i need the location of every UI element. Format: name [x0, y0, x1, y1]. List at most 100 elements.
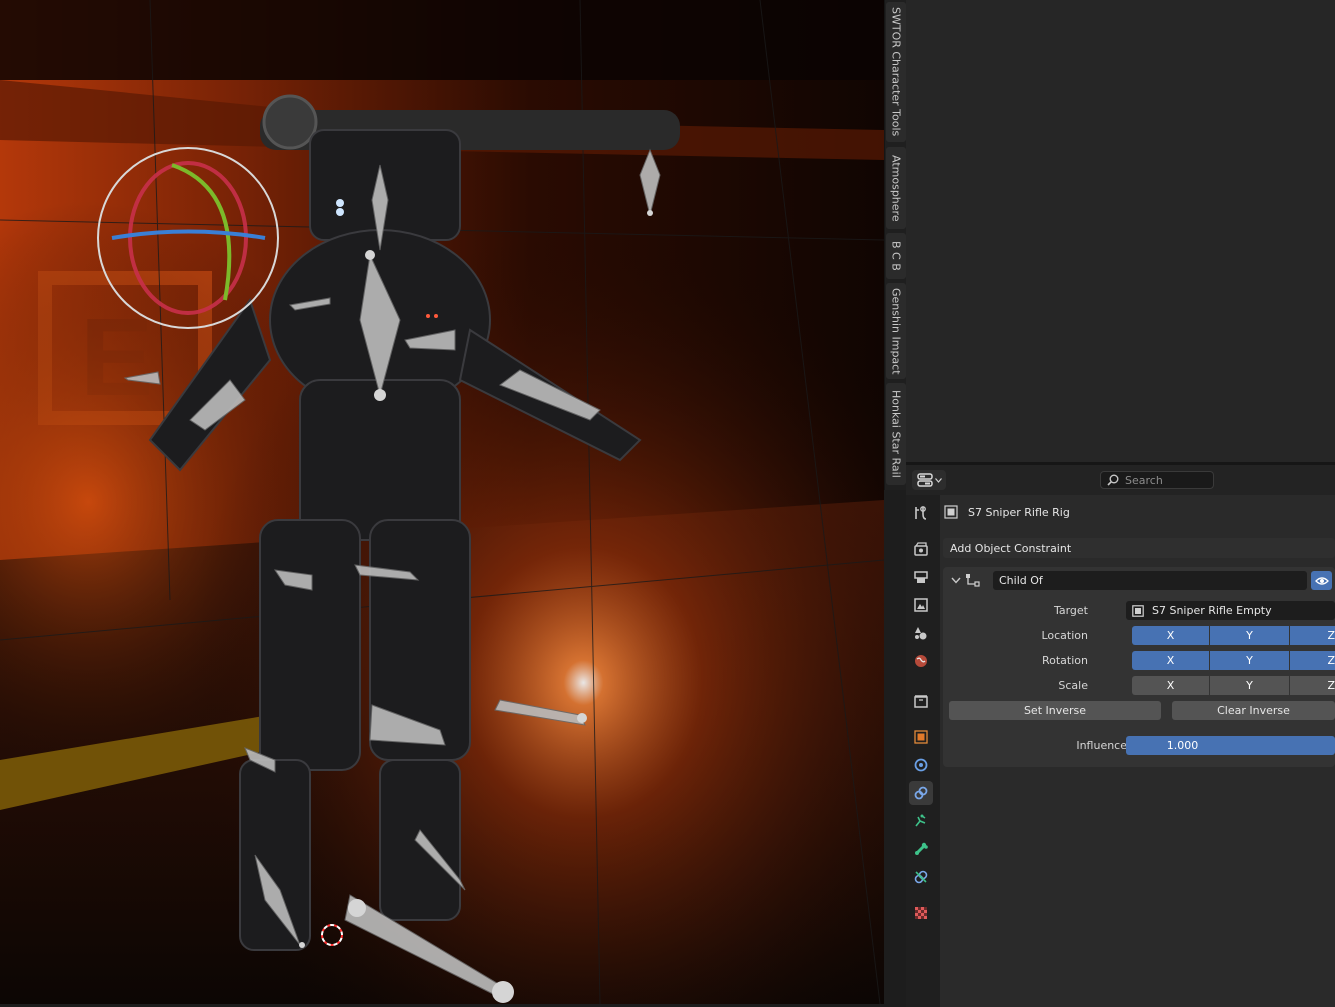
scale-x-toggle[interactable]: X — [1132, 676, 1209, 695]
physics-icon — [915, 814, 926, 827]
axis-label: Z — [1327, 679, 1335, 692]
rotation-axes: X Y Z — [1132, 651, 1335, 670]
tab-physics[interactable] — [909, 809, 933, 833]
tab-label: Honkai Star Rail — [889, 390, 903, 478]
properties-content: S7 Sniper Rifle Rig Add Object Constrain… — [940, 495, 1335, 1007]
axis-label: Y — [1246, 629, 1253, 642]
tab-bcb[interactable]: B C B — [886, 233, 906, 279]
tab-view-layer[interactable] — [909, 593, 933, 617]
location-axes: X Y Z — [1132, 626, 1335, 645]
tab-object-data[interactable] — [909, 837, 933, 861]
constraint-header: Child Of — [943, 567, 1335, 593]
tab-tool[interactable] — [909, 501, 933, 525]
location-x-toggle[interactable]: X — [1132, 626, 1209, 645]
chevron-down-icon[interactable] — [951, 577, 961, 584]
tab-output[interactable] — [909, 565, 933, 589]
tab-constraints[interactable] — [909, 781, 933, 805]
world-icon — [915, 655, 927, 667]
search-field[interactable] — [1100, 471, 1214, 489]
axis-label: X — [1166, 654, 1175, 667]
location-y-toggle[interactable]: Y — [1210, 626, 1289, 645]
object-name: S7 Sniper Rifle Rig — [968, 505, 1070, 519]
viewport-scene: E — [0, 0, 884, 1004]
enable-constraint-toggle[interactable] — [1311, 571, 1332, 590]
search-icon — [1107, 474, 1119, 486]
chevron-down-icon — [934, 477, 942, 483]
properties-editor-icon — [916, 473, 933, 487]
collection-icon — [914, 695, 928, 708]
rotation-y-toggle[interactable]: Y — [1210, 651, 1289, 670]
tab-atmosphere[interactable]: Atmosphere — [886, 147, 906, 229]
eye-icon — [1314, 576, 1329, 585]
empty-object-icon — [944, 505, 958, 519]
rotation-z-toggle[interactable]: Z — [1290, 651, 1335, 670]
scale-y-toggle[interactable]: Y — [1210, 676, 1289, 695]
influence-label: Influence — [1076, 739, 1127, 752]
object-icon — [914, 730, 928, 744]
rotation-x-toggle[interactable]: X — [1132, 651, 1209, 670]
properties-editor: S7 Sniper Rifle Rig Add Object Constrain… — [906, 462, 1335, 1007]
location-label: Location — [1041, 629, 1088, 642]
axis-label: Z — [1327, 654, 1335, 667]
target-field[interactable]: S7 Sniper Rifle Empty — [1126, 601, 1335, 620]
scale-label: Scale — [1058, 679, 1088, 692]
tab-honkai-star-rail[interactable]: Honkai Star Rail — [886, 383, 906, 485]
influence-value: 1.000 — [1166, 739, 1199, 752]
scale-z-toggle[interactable]: Z — [1290, 676, 1335, 695]
clear-inverse-button[interactable]: Clear Inverse — [1172, 701, 1335, 720]
child-of-constraint-icon — [966, 574, 980, 587]
tab-label: SWTOR Character Tools — [889, 7, 903, 137]
clear-inverse-label: Clear Inverse — [1217, 704, 1290, 717]
tab-scene[interactable] — [909, 621, 933, 645]
tab-genshin-impact[interactable]: Genshin Impact — [886, 283, 906, 379]
set-inverse-button[interactable]: Set Inverse — [949, 701, 1161, 720]
add-object-constraint-dropdown[interactable]: Add Object Constraint — [943, 538, 1335, 558]
bone-constraints-icon — [914, 870, 928, 884]
tab-bone-constraints[interactable] — [909, 865, 933, 889]
tab-label: Atmosphere — [889, 154, 903, 222]
properties-header — [906, 465, 1335, 495]
target-value: S7 Sniper Rifle Empty — [1152, 604, 1272, 617]
constraint-panel: Child Of Target S7 Sniper Rifle Empty Lo… — [943, 567, 1335, 767]
sidebar-tabs: SWTOR Character Tools Atmosphere B C B G… — [884, 0, 907, 490]
location-z-toggle[interactable]: Z — [1290, 626, 1335, 645]
modifiers-icon — [914, 758, 928, 772]
add-constraint-label: Add Object Constraint — [950, 541, 1072, 555]
object-name-row: S7 Sniper Rifle Rig — [944, 503, 1070, 521]
tab-object[interactable] — [909, 725, 933, 749]
tab-collection[interactable] — [909, 689, 933, 713]
render-icon — [914, 542, 928, 556]
set-inverse-label: Set Inverse — [1023, 704, 1087, 717]
tab-label: Genshin Impact — [889, 287, 903, 375]
tab-texture[interactable] — [909, 901, 933, 925]
axis-label: X — [1166, 679, 1175, 692]
texture-icon — [915, 907, 927, 919]
axis-label: Y — [1246, 679, 1253, 692]
tab-modifiers[interactable] — [909, 753, 933, 777]
tool-icon — [915, 506, 927, 520]
tab-world[interactable] — [909, 649, 933, 673]
constraint-name: Child Of — [999, 574, 1043, 587]
tab-swtor-character-tools[interactable]: SWTOR Character Tools — [886, 2, 906, 142]
target-label: Target — [1053, 604, 1088, 617]
rotation-label: Rotation — [1041, 654, 1088, 667]
empty-object-icon — [1132, 604, 1144, 617]
axis-label: X — [1166, 629, 1175, 642]
search-input[interactable] — [1123, 472, 1207, 488]
constraints-icon — [914, 786, 928, 800]
tab-label: B C B — [889, 241, 903, 271]
editor-type-button[interactable] — [912, 470, 946, 490]
constraint-name-field[interactable]: Child Of — [993, 571, 1307, 590]
properties-tab-column — [906, 495, 936, 1007]
output-icon — [914, 571, 928, 583]
3d-viewport[interactable]: E — [0, 0, 884, 1004]
view-layer-icon — [914, 598, 928, 612]
object-data-icon — [915, 842, 928, 855]
tab-render[interactable] — [909, 537, 933, 561]
influence-slider[interactable]: 1.000 — [1126, 736, 1335, 755]
upper-editor-area — [906, 0, 1335, 462]
scene-icon — [915, 627, 927, 640]
scale-axes: X Y Z — [1132, 676, 1335, 695]
axis-label: Z — [1327, 629, 1335, 642]
axis-label: Y — [1246, 654, 1253, 667]
